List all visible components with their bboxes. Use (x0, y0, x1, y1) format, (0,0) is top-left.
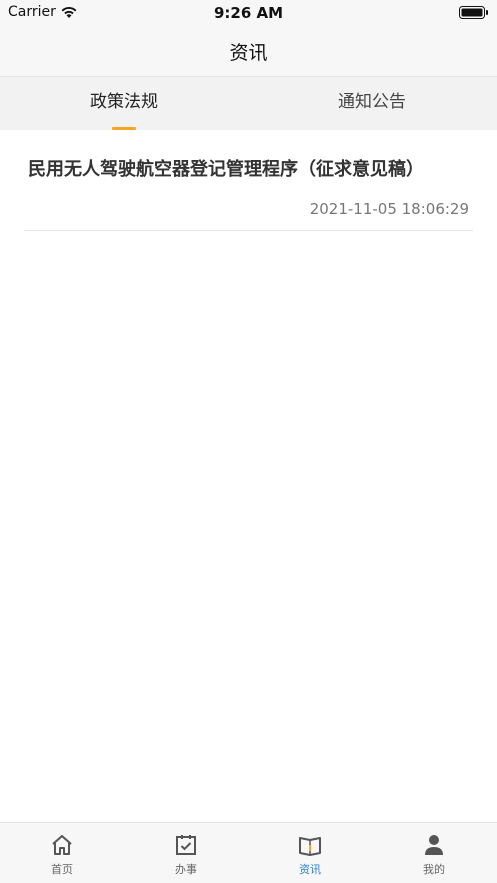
article-title: 民用无人驾驶航空器登记管理程序（征求意见稿） (28, 159, 424, 180)
page-title: 资讯 (229, 42, 268, 64)
calendar-check-icon (176, 835, 196, 855)
book-icon (299, 837, 321, 856)
clock-label: 9:26 AM (213, 4, 284, 22)
tabbar-item-home[interactable]: 首页 (0, 823, 124, 883)
tabbar-item-news[interactable]: 资讯 (248, 823, 372, 883)
list-item[interactable]: 民用无人驾驶航空器登记管理程序（征求意见稿） 2021-11-05 18:06:… (24, 130, 473, 231)
tabbar-label: 我的 (423, 863, 445, 876)
tab-notices[interactable]: 通知公告 (248, 77, 496, 130)
segment-tabs: 政策法规 通知公告 (0, 77, 497, 130)
navigation-bar: 资讯 (0, 26, 497, 77)
battery-icon (459, 6, 488, 19)
person-icon (425, 835, 443, 855)
home-icon (52, 835, 72, 855)
tab-policy-regulations[interactable]: 政策法规 (0, 77, 248, 130)
tabbar-label: 办事 (175, 863, 197, 876)
tabbar-item-profile[interactable]: 我的 (372, 823, 496, 883)
status-bar: Carrier 9:26 AM (0, 0, 497, 26)
tabbar-label: 首页 (51, 863, 73, 876)
tabbar-item-tasks[interactable]: 办事 (124, 823, 248, 883)
article-timestamp: 2021-11-05 18:06:29 (309, 200, 469, 218)
tabbar-label: 资讯 (299, 863, 321, 876)
article-list: 民用无人驾驶航空器登记管理程序（征求意见稿） 2021-11-05 18:06:… (0, 130, 497, 231)
bottom-tab-bar: 首页 办事 资讯 我的 (0, 822, 497, 883)
